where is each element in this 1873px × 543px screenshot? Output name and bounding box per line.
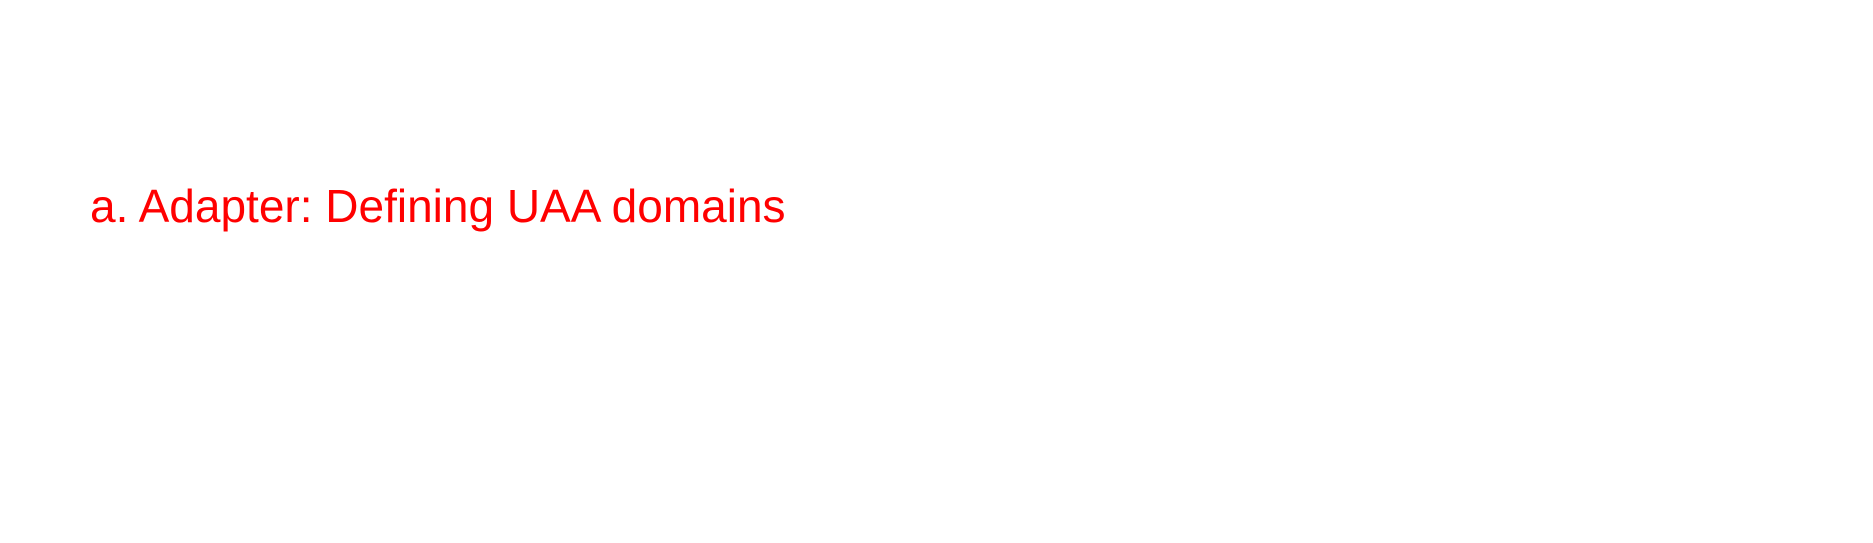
section-heading: a. Adapter: Defining UAA domains (90, 180, 786, 232)
slide-canvas: a. Adapter: Defining UAA domains (0, 0, 1873, 543)
